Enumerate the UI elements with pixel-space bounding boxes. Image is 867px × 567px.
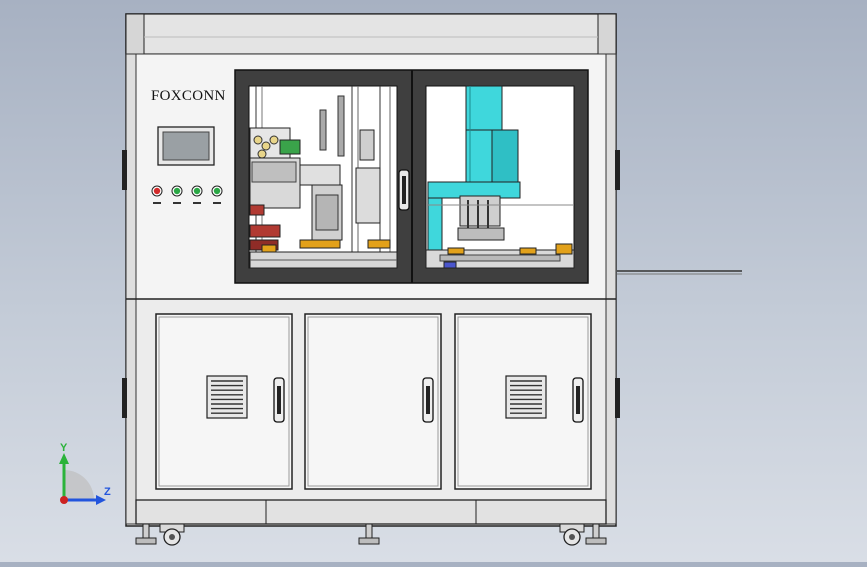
brand-label: FOXCONN xyxy=(151,88,226,104)
cabinet-door-right[interactable] xyxy=(454,313,592,490)
green-light-3[interactable] xyxy=(213,187,221,195)
leveling-feet xyxy=(135,523,607,545)
y-axis-label: Y xyxy=(60,442,68,454)
x-axis-dot xyxy=(60,496,68,504)
cabinet-door-middle-handle[interactable] xyxy=(422,377,434,423)
cad-viewport[interactable]: FOXCONN Y Z xyxy=(0,0,867,562)
green-light-2-tag xyxy=(193,202,201,204)
cabinet-door-right-handle[interactable] xyxy=(572,377,584,423)
cabinet-door-right-vent xyxy=(505,375,547,419)
green-light-3-tag xyxy=(213,202,221,204)
cabinet-door-left-handle[interactable] xyxy=(273,377,285,423)
green-light-1[interactable] xyxy=(173,187,181,195)
z-axis-label: Z xyxy=(104,486,111,498)
cabinet-door-left[interactable] xyxy=(155,313,293,490)
top-header xyxy=(125,13,617,55)
red-light-tag xyxy=(153,202,161,204)
cabinet-door-middle[interactable] xyxy=(304,313,442,490)
plinth xyxy=(135,499,607,525)
axis-triad xyxy=(59,453,106,505)
cabinet-door-left-vent xyxy=(206,375,248,419)
green-light-2[interactable] xyxy=(193,187,201,195)
red-light[interactable] xyxy=(153,187,161,195)
green-light-1-tag xyxy=(173,202,181,204)
machine-model[interactable] xyxy=(0,0,867,562)
lower-cabinet xyxy=(155,313,592,490)
